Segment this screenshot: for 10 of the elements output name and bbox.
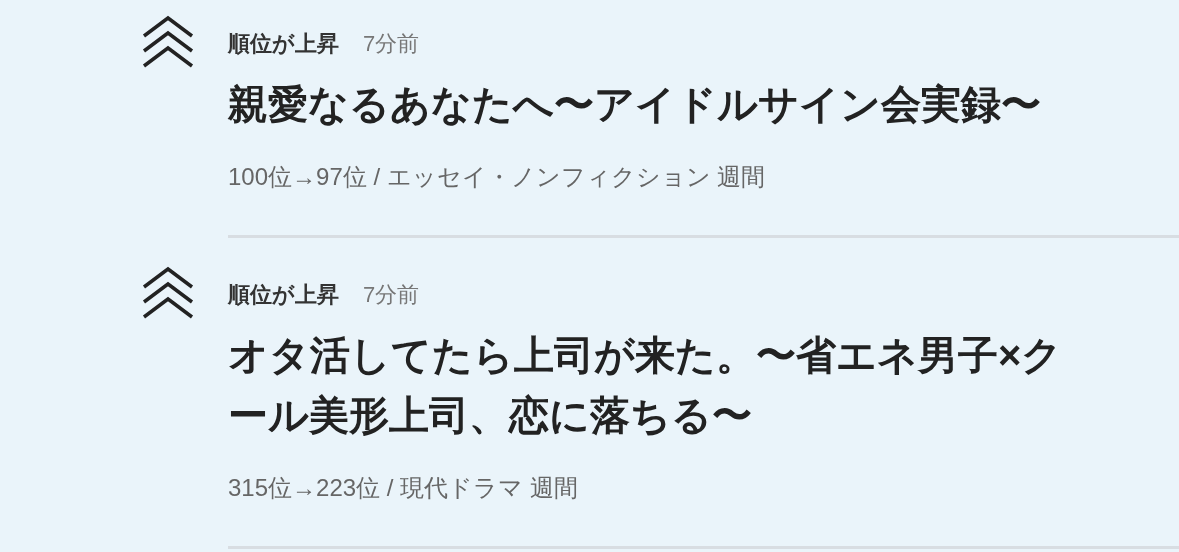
double-chevron-up-icon <box>140 265 196 321</box>
work-title-link[interactable]: オタ活してたら上司が来た。〜省エネ男子×クール美形上司、恋に落ちる〜 <box>228 325 1088 445</box>
timestamp: 7分前 <box>363 30 420 58</box>
status-label: 順位が上昇 <box>228 30 339 58</box>
ranking-info: 100位→97位 / エッセイ・ノンフィクション 週間 <box>228 162 767 192</box>
status-label: 順位が上昇 <box>228 281 339 309</box>
timestamp: 7分前 <box>363 281 420 309</box>
double-chevron-up-icon <box>140 14 196 70</box>
ranking-info: 315位→223位 / 現代ドラマ 週間 <box>228 473 579 503</box>
work-title-link[interactable]: 親愛なるあなたへ〜アイドルサイン会実録〜 <box>228 74 1088 134</box>
